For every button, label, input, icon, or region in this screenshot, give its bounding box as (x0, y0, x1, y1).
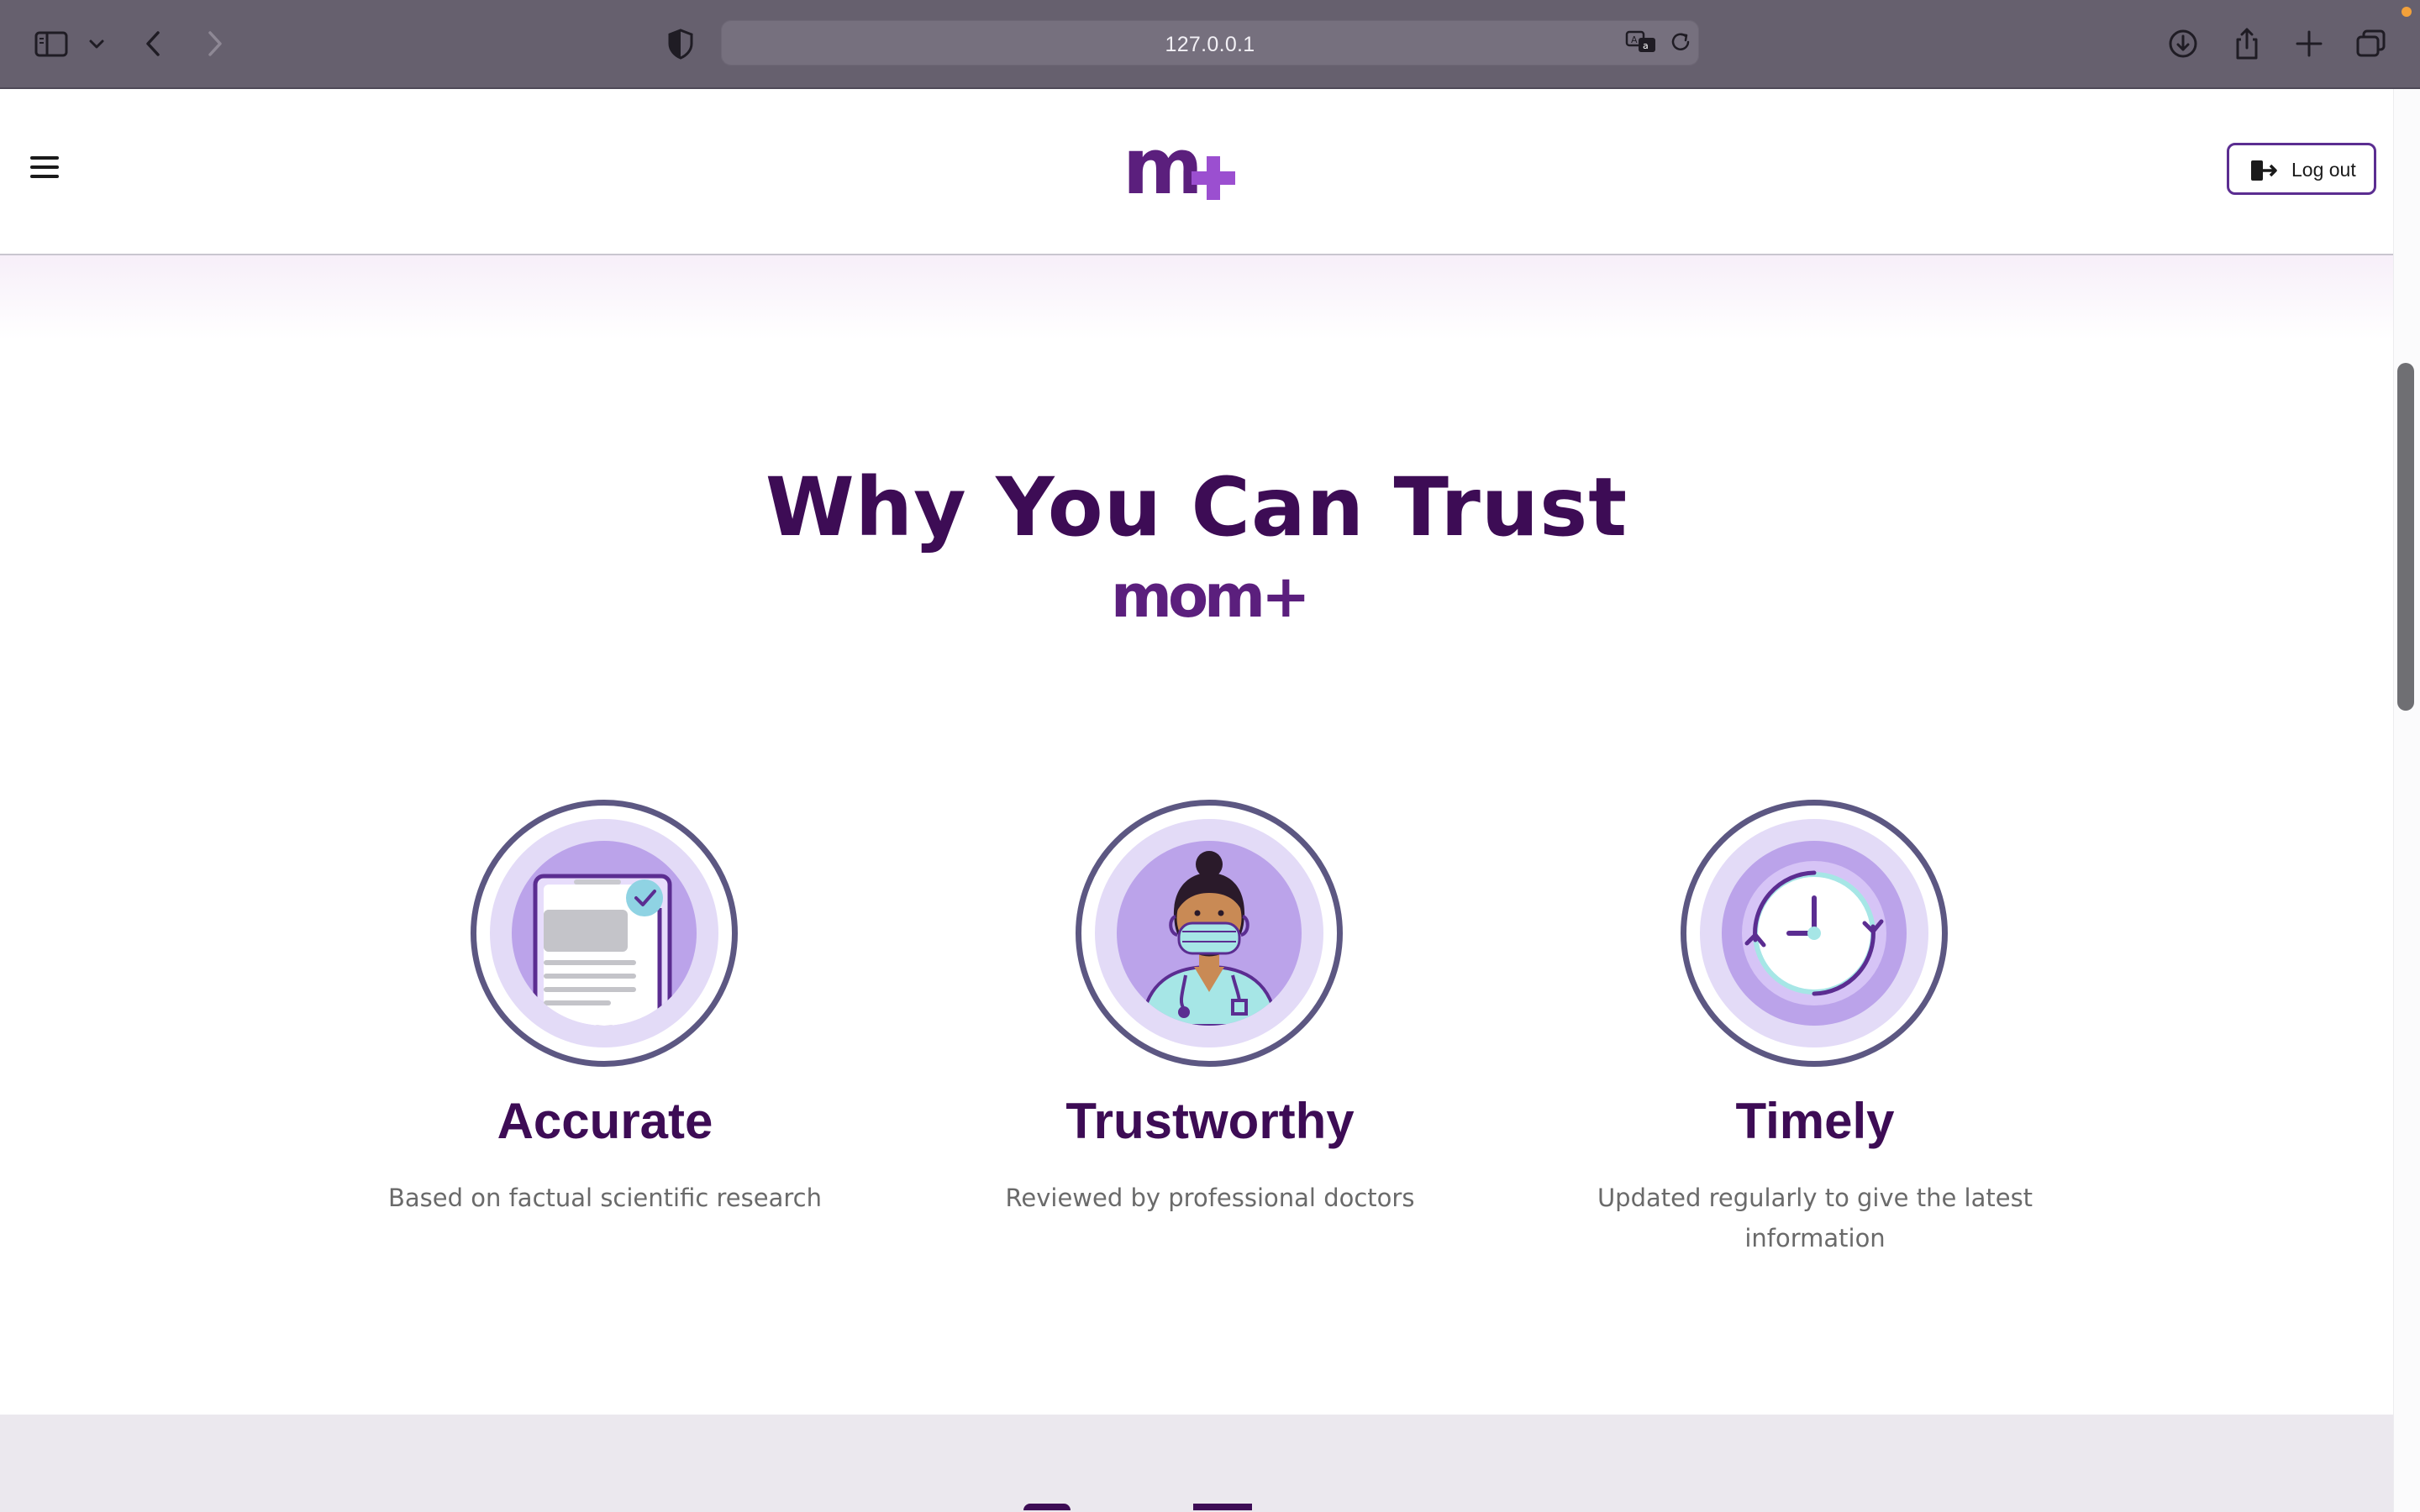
feature-icon-circle (1681, 800, 1948, 1067)
svg-text:m: m (1123, 134, 1200, 205)
site-logo[interactable]: m (1123, 134, 1249, 205)
sidebar-icon[interactable] (32, 25, 72, 62)
feature-icon-circle (1076, 800, 1343, 1067)
reload-icon[interactable] (1665, 27, 1696, 57)
address-bar[interactable]: 127.0.0.1 Aa (721, 20, 1699, 66)
menu-icon[interactable] (30, 156, 59, 181)
svg-text:A: A (1631, 34, 1638, 45)
download-icon[interactable] (2163, 25, 2203, 62)
mom-plus-logo: mom+ (1107, 564, 1309, 632)
document-check-icon (512, 841, 697, 1026)
translate-icon[interactable]: Aa (1623, 25, 1660, 59)
notification-dot (2402, 7, 2412, 17)
share-icon[interactable] (2227, 25, 2267, 62)
logout-label: Log out (2291, 159, 2356, 181)
logout-icon (2249, 159, 2278, 182)
chevron-left-icon[interactable] (134, 25, 175, 62)
logout-button[interactable]: Log out (2227, 143, 2376, 195)
scrollbar-track[interactable] (2393, 89, 2420, 1512)
feature-description: Reviewed by professional doctors (1005, 1184, 1415, 1212)
svg-text:mom+: mom+ (1111, 564, 1307, 631)
browser-toolbar: 127.0.0.1 Aa (0, 0, 2420, 89)
url-text: 127.0.0.1 (1165, 33, 1255, 56)
svg-text:a: a (1643, 40, 1649, 51)
trust-title: Why You Can Trust (765, 460, 1628, 554)
chevron-right-icon[interactable] (193, 25, 234, 62)
plus-icon[interactable] (2289, 25, 2329, 62)
feature-title: Accurate (497, 1093, 713, 1149)
feature-title: Trustworthy (1065, 1093, 1355, 1149)
section-fade (0, 255, 2393, 339)
next-section (0, 1415, 2393, 1512)
feature-icon-circle (471, 800, 738, 1067)
shield-icon[interactable] (660, 25, 701, 62)
feature-description: Updated regularly to give the latest inf… (1597, 1184, 2033, 1252)
doctor-icon (1117, 841, 1302, 1026)
tabs-icon[interactable] (2351, 25, 2391, 62)
feature-title: Timely (1735, 1093, 1895, 1149)
chevron-down-icon[interactable] (84, 25, 109, 62)
clock-refresh-icon (1722, 841, 1907, 1026)
feature-description: Based on factual scientific research (388, 1184, 822, 1212)
site-header: m Log out (0, 89, 2393, 255)
scrollbar-thumb[interactable] (2397, 363, 2414, 711)
next-section-heading (1017, 1504, 1386, 1512)
